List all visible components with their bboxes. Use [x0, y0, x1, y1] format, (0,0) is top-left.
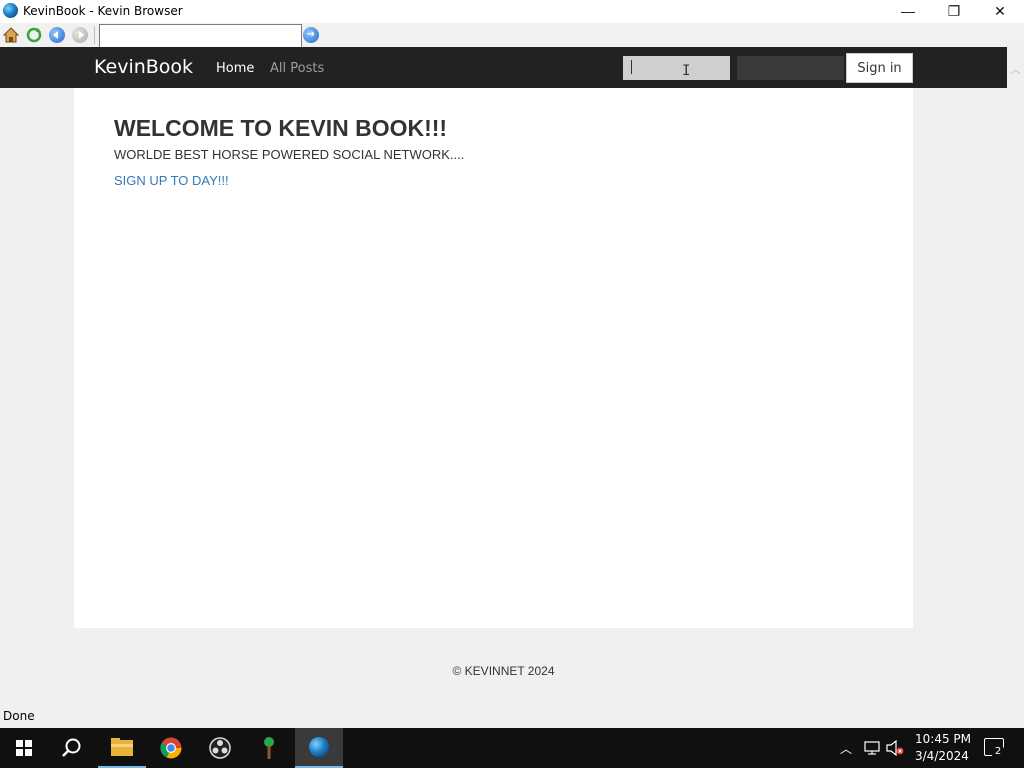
nav-home-link[interactable]: Home	[216, 61, 254, 76]
taskbar: ︿ 10:45 PM 3/4/2024 2	[0, 728, 1024, 768]
restore-button[interactable]: ❐	[931, 0, 977, 23]
main-content: WELCOME TO KEVIN BOOK!!! WORLDE BEST HOR…	[74, 88, 913, 628]
scroll-up-icon[interactable]: ︿	[1007, 61, 1024, 77]
taskbar-tree-app[interactable]	[245, 728, 293, 768]
window-title: KevinBook - Kevin Browser	[23, 4, 183, 18]
vertical-scrollbar[interactable]: ︿	[1007, 47, 1024, 705]
tagline: WORLDE BEST HORSE POWERED SOCIAL NETWORK…	[114, 147, 465, 162]
taskbar-obs[interactable]	[196, 728, 244, 768]
text-caret	[631, 60, 632, 74]
tree-app-icon	[264, 737, 274, 759]
start-button[interactable]	[0, 728, 48, 768]
password-input[interactable]	[737, 56, 844, 80]
network-icon[interactable]	[864, 741, 880, 755]
sign-in-button[interactable]: Sign in	[846, 53, 913, 83]
window-titlebar: KevinBook - Kevin Browser — ❐ ✕	[0, 0, 1024, 23]
toolbar-divider	[94, 26, 95, 44]
search-icon	[62, 738, 81, 757]
browser-viewport: KevinBook Home All Posts I Sign in WELCO…	[0, 47, 1024, 705]
taskbar-kevin-browser[interactable]	[295, 728, 343, 768]
globe-icon	[3, 3, 18, 18]
page-title: WELCOME TO KEVIN BOOK!!!	[114, 115, 448, 141]
taskbar-search-button[interactable]	[48, 728, 96, 768]
home-icon[interactable]	[2, 27, 20, 43]
sign-up-link[interactable]: SIGN UP TO DAY!!!	[114, 173, 229, 188]
site-navbar: KevinBook Home All Posts I Sign in	[0, 47, 1007, 88]
refresh-icon[interactable]	[26, 27, 42, 43]
status-bar: Done	[0, 705, 1024, 728]
page-footer: © KEVINNET 2024	[452, 664, 555, 678]
file-explorer-icon	[111, 738, 133, 756]
ibeam-cursor-icon: I	[682, 63, 691, 79]
status-text: Done	[3, 709, 35, 723]
tray-overflow-icon[interactable]: ︿	[840, 740, 852, 780]
clock-time[interactable]: 10:45 PM	[915, 732, 971, 746]
nav-all-posts-link[interactable]: All Posts	[270, 61, 324, 76]
windows-logo-icon	[16, 740, 32, 756]
kevin-browser-icon	[309, 737, 329, 757]
obs-icon	[209, 737, 231, 759]
taskbar-file-explorer[interactable]	[98, 728, 146, 768]
close-button[interactable]: ✕	[977, 0, 1023, 23]
go-arrow-icon[interactable]: ➜	[303, 27, 319, 43]
notification-count-badge: 2	[991, 745, 1005, 759]
forward-icon[interactable]	[72, 27, 88, 43]
clock-date[interactable]: 3/4/2024	[915, 749, 969, 763]
site-brand[interactable]: KevinBook	[94, 56, 193, 78]
browser-toolbar: ➜	[0, 23, 1024, 48]
taskbar-chrome[interactable]	[147, 728, 195, 768]
username-input[interactable]	[623, 56, 730, 80]
address-input[interactable]	[99, 24, 302, 48]
chrome-icon	[160, 737, 182, 759]
back-icon[interactable]	[49, 27, 65, 43]
minimize-button[interactable]: —	[885, 0, 931, 23]
volume-muted-icon[interactable]	[886, 740, 904, 756]
